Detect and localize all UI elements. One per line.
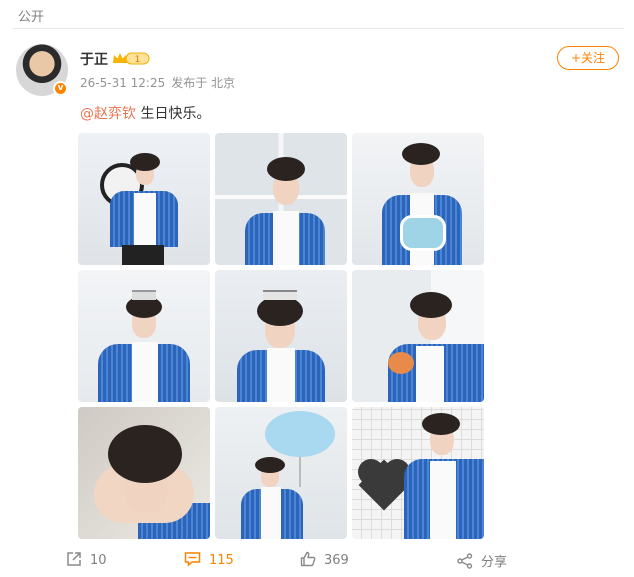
photo-9[interactable] [352,407,484,539]
photo-grid [78,133,484,539]
photo-1[interactable] [78,133,210,265]
post-meta: 26-5-31 12:25 发布于 北京 [80,74,235,91]
share-button[interactable]: 分享 [457,551,507,570]
photo-2[interactable] [215,133,347,265]
photo-3[interactable] [352,133,484,265]
follow-button[interactable]: +关注 [557,46,619,70]
post-body: 生日快乐。 [136,106,211,122]
visibility-bar: 公开 [0,0,634,28]
repost-button[interactable]: 10 [66,551,107,568]
mention-link[interactable]: @赵弈钦 [80,106,136,122]
username[interactable]: 于正 [80,49,108,69]
vip-crown-icon: 1 [113,52,150,65]
vip-level: 1 [135,55,141,65]
thumbs-up-icon [300,551,316,567]
like-button[interactable]: 369 [300,551,349,568]
share-icon [457,553,473,569]
post-location: 发布于 北京 [171,76,236,90]
verified-badge-icon: v [53,81,68,96]
photo-6[interactable] [352,270,484,402]
photo-4[interactable] [78,270,210,402]
photo-8[interactable] [215,407,347,539]
photo-5[interactable] [215,270,347,402]
comment-icon [184,552,201,567]
comment-count: 115 [209,553,234,568]
repost-count: 10 [90,553,107,568]
action-bar: 10 115 369 分享 [0,545,634,577]
like-count: 369 [324,553,349,568]
comment-button[interactable]: 115 [184,551,234,568]
post-timestamp[interactable]: 26-5-31 12:25 [80,76,165,90]
photo-7[interactable] [78,407,210,539]
divider [12,28,624,29]
share-label: 分享 [481,555,508,570]
repost-icon [67,552,81,566]
visibility-label: 公开 [18,10,45,25]
post-text: @赵弈钦 生日快乐。 [80,103,210,123]
